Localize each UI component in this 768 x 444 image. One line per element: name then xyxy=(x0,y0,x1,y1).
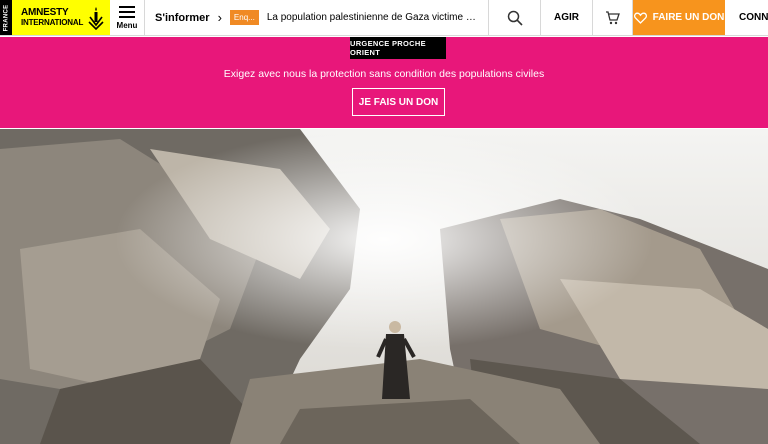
donate-label: FAIRE UN DON xyxy=(652,12,725,23)
breadcrumb-title[interactable]: La population palestinienne de Gaza vict… xyxy=(267,12,478,23)
donate-button[interactable]: FAIRE UN DON xyxy=(633,0,725,35)
amnesty-logo[interactable]: AMNESTY INTERNATIONAL xyxy=(12,0,110,35)
menu-label: Menu xyxy=(116,20,138,30)
country-label: FRANCE xyxy=(0,0,12,35)
cart-button[interactable] xyxy=(593,0,633,35)
search-icon xyxy=(507,10,523,26)
heart-icon xyxy=(633,12,647,24)
search-button[interactable] xyxy=(489,0,541,35)
chevron-right-icon: › xyxy=(217,10,222,25)
amnesty-candle-icon xyxy=(88,6,104,30)
logo-line1: AMNESTY xyxy=(21,7,69,18)
site-header: FRANCE AMNESTY INTERNATIONAL Menu S'info… xyxy=(0,0,768,36)
breadcrumb: S'informer › Enq... La population palest… xyxy=(145,0,489,35)
urgency-banner: URGENCE PROCHE ORIENT Exigez avec nous l… xyxy=(0,37,768,128)
urgency-badge: URGENCE PROCHE ORIENT xyxy=(350,37,446,59)
donate-cta-button[interactable]: JE FAIS UN DON xyxy=(352,88,445,116)
logo-line2: INTERNATIONAL xyxy=(21,18,84,27)
menu-button[interactable]: Menu xyxy=(110,0,145,35)
connect-button[interactable]: CONNEX xyxy=(725,0,768,35)
hamburger-icon xyxy=(119,5,135,18)
agir-link[interactable]: AGIR xyxy=(541,0,593,35)
cart-icon xyxy=(606,10,620,24)
hero-photo xyxy=(0,129,768,444)
banner-message: Exigez avec nous la protection sans cond… xyxy=(223,68,545,80)
destroyed-street-image xyxy=(0,129,768,444)
connect-label: CONNEX xyxy=(739,12,768,23)
breadcrumb-section[interactable]: S'informer xyxy=(155,12,210,24)
breadcrumb-tag[interactable]: Enq... xyxy=(229,10,259,25)
